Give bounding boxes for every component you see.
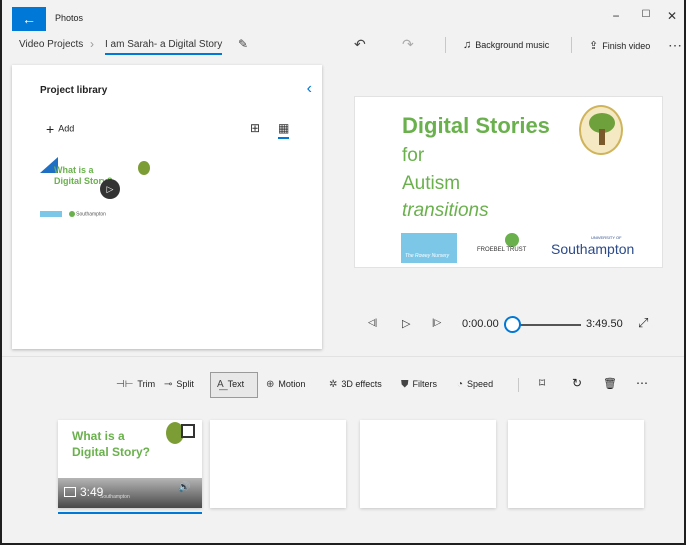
toolbar-divider <box>571 37 572 53</box>
southampton-logo-top: UNIVERSITY OF <box>591 235 622 240</box>
add-media-button[interactable]: + Add <box>46 121 74 137</box>
music-note-icon: ♫ <box>463 39 472 51</box>
rename-pencil-icon[interactable]: ✎ <box>238 37 248 51</box>
more-icon[interactable]: ⋯ <box>636 376 648 390</box>
split-button[interactable]: ⊸ Split <box>164 379 194 390</box>
forward-icon[interactable]: |▷ <box>432 317 441 328</box>
edit-toolbar-divider <box>518 378 519 392</box>
list-view-icon[interactable]: ▦ <box>278 121 290 139</box>
play-icon[interactable]: ▷ <box>100 179 120 199</box>
app-title: Photos <box>55 13 84 23</box>
rewind-icon[interactable]: ◁| <box>368 317 377 328</box>
card-title: What is a Digital Story? <box>72 429 151 459</box>
expand-icon[interactable]: ⤢ <box>638 315 648 331</box>
breadcrumb-separator-icon: › <box>90 37 94 51</box>
tree-badge-logo <box>579 105 623 155</box>
seek-slider-track[interactable] <box>519 324 581 326</box>
storyboard-card-empty[interactable] <box>360 420 496 508</box>
plus-icon: + <box>46 121 55 137</box>
clip-icon <box>64 487 76 497</box>
maximize-button[interactable]: ☐ <box>636 9 656 20</box>
storyboard-card-empty[interactable] <box>508 420 644 508</box>
filters-icon: ⛊ <box>401 379 409 390</box>
library-media-thumbnail[interactable]: What is a Digital Story? ▷ Southampton <box>40 155 160 223</box>
resize-icon[interactable]: ⌑ <box>539 376 545 390</box>
current-time: 0:00.00 <box>462 318 499 330</box>
redo-icon[interactable]: ↷ <box>402 36 414 53</box>
southampton-logo-text: Southampton <box>551 241 635 257</box>
minimize-button[interactable]: − <box>606 9 626 23</box>
preview-line-for: for <box>402 145 425 166</box>
undo-icon[interactable]: ↶ <box>354 36 366 53</box>
back-arrow-icon: ← <box>22 11 36 27</box>
nursery-logo: The Rowey Nursery <box>401 233 457 263</box>
storyboard-card-empty[interactable] <box>210 420 346 508</box>
froebel-logo-icon <box>505 233 519 247</box>
app-window: ← Photos − ☐ ✕ Video Projects › I am Sar… <box>0 0 686 545</box>
motion-icon: ⊕ <box>266 379 275 390</box>
project-name[interactable]: I am Sarah- a Digital Story <box>105 39 223 55</box>
collapse-panel-icon[interactable]: ‹ <box>307 80 312 98</box>
speed-button[interactable]: ◔ Speed <box>457 379 493 390</box>
storyboard-card[interactable]: What is a Digital Story? 3:49 Southampto… <box>58 420 202 508</box>
background-music-button[interactable]: ♫ Background music <box>463 39 549 51</box>
motion-button[interactable]: ⊕ Motion <box>266 379 305 390</box>
filters-button[interactable]: ⛊ Filters <box>401 379 437 390</box>
title-bar: ← Photos − ☐ ✕ <box>2 0 684 34</box>
speed-icon: ◔ <box>457 379 464 390</box>
breadcrumb-video-projects[interactable]: Video Projects <box>19 39 83 50</box>
thumbnail-logos: Southampton <box>40 211 106 217</box>
text-button[interactable]: A͟ Text <box>217 379 244 390</box>
trim-icon: ⊣⊢ <box>116 379 134 390</box>
project-library-title: Project library <box>40 85 108 96</box>
volume-icon[interactable]: 🔊 <box>178 482 190 493</box>
close-button[interactable]: ✕ <box>662 9 682 23</box>
selected-card-indicator <box>58 512 202 514</box>
froebel-logo-text: FROEBEL TRUST <box>477 247 527 253</box>
total-time: 3:49.50 <box>586 318 623 330</box>
card-logos: Southampton <box>100 494 130 500</box>
toolbar-divider <box>445 37 446 53</box>
project-toolbar: Video Projects › I am Sarah- a Digital S… <box>2 34 684 58</box>
share-export-icon: ⇪ <box>589 40 599 52</box>
trim-button[interactable]: ⊣⊢ Trim <box>116 379 155 390</box>
finish-video-button[interactable]: ⇪ Finish video <box>589 39 650 52</box>
seek-slider-thumb[interactable] <box>504 316 521 333</box>
rotate-icon[interactable]: ↻ <box>572 376 582 390</box>
tree-logo-icon <box>138 161 150 175</box>
video-preview[interactable]: Digital Stories for Autism transitions T… <box>354 96 663 268</box>
preview-title: Digital Stories <box>402 113 550 138</box>
select-checkbox[interactable] <box>181 424 195 438</box>
back-button[interactable]: ← <box>12 7 46 31</box>
preview-line-transitions: transitions <box>402 200 489 221</box>
text-icon: A͟ <box>217 379 224 390</box>
project-library-panel: Project library ‹ + Add ⊞ ▦ What is a Dig… <box>12 65 322 349</box>
finish-video-label: Finish video <box>602 41 651 51</box>
grid-view-icon[interactable]: ⊞ <box>250 121 260 135</box>
preview-line-autism: Autism <box>402 173 461 194</box>
background-music-label: Background music <box>475 40 550 50</box>
3d-effects-icon: ✲ <box>329 379 338 390</box>
add-label: Add <box>58 123 75 134</box>
delete-icon[interactable]: 🗑 <box>603 377 617 390</box>
3d-effects-button[interactable]: ✲ 3D effects <box>329 379 382 390</box>
play-button-icon[interactable]: ▷ <box>402 317 410 330</box>
split-icon: ⊸ <box>164 379 173 390</box>
more-options-icon[interactable]: ⋯ <box>668 37 682 54</box>
